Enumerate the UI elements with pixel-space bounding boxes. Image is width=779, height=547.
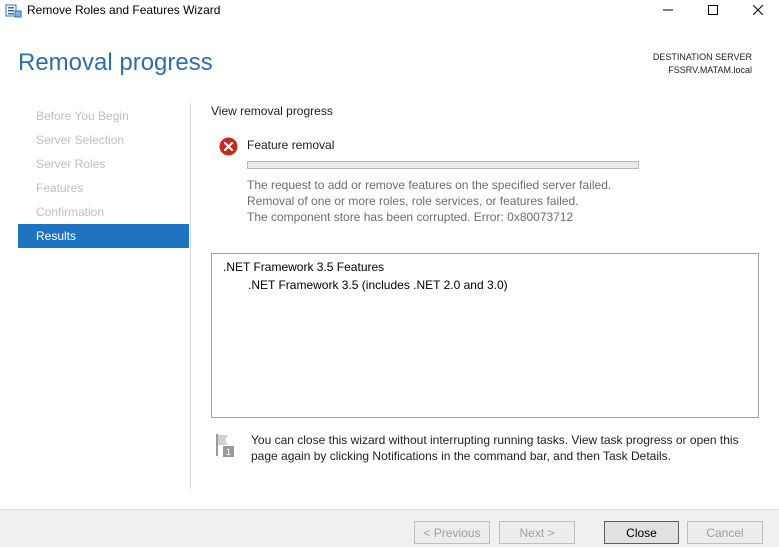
error-icon (219, 137, 238, 156)
close-icon (753, 5, 763, 15)
nav-item-before-you-begin: Before You Begin (36, 109, 129, 123)
cancel-button[interactable]: Cancel (687, 521, 763, 544)
minimize-button[interactable] (645, 0, 691, 20)
maximize-icon (708, 5, 718, 15)
nav-item-features: Features (36, 181, 84, 195)
close-button[interactable]: Close (604, 521, 679, 544)
window-title: Remove Roles and Features Wizard (27, 3, 221, 17)
notification-flag-icon: 1 (215, 433, 237, 459)
notification-hint: You can close this wizard without interr… (251, 433, 739, 463)
server-manager-icon (5, 3, 22, 18)
nav-divider (190, 103, 191, 489)
result-feature: .NET Framework 3.5 Features (223, 260, 385, 274)
nav-item-server-roles: Server Roles (36, 157, 106, 171)
error-message-3: The component store has been corrupted. … (247, 210, 574, 224)
error-message-1: The request to add or remove features on… (247, 178, 612, 192)
nav-item-confirmation: Confirmation (36, 205, 105, 219)
nav-item-results[interactable]: Results (18, 224, 189, 248)
previous-button[interactable]: < Previous (414, 521, 490, 544)
next-button[interactable]: Next > (499, 521, 575, 544)
destination-server-block: DESTINATION SERVER FSSRV.MATAM.local (653, 51, 752, 77)
destination-label: DESTINATION SERVER (652, 52, 752, 62)
wizard-footer: < Previous Next > Close Cancel (0, 509, 779, 547)
close-window-button[interactable] (735, 0, 779, 20)
minimize-icon (663, 9, 673, 11)
error-message-2: Removal of one or more roles, role servi… (247, 194, 579, 208)
page-title: Removal progress (18, 49, 213, 76)
nav-item-server-selection: Server Selection (36, 133, 125, 147)
result-sub-feature: .NET Framework 3.5 (includes .NET 2.0 an… (248, 278, 508, 292)
progress-bar (247, 161, 639, 169)
title-bar: Remove Roles and Features Wizard (0, 0, 779, 22)
svg-text:1: 1 (226, 447, 231, 457)
section-label: View removal progress (211, 104, 333, 118)
destination-server-name: FSSRV.MATAM.local (668, 65, 752, 75)
wizard-steps-nav: Before You Begin Server Selection Server… (18, 104, 189, 248)
maximize-button[interactable] (690, 0, 736, 20)
status-title: Feature removal (247, 138, 335, 152)
results-list[interactable]: .NET Framework 3.5 Features .NET Framewo… (211, 253, 759, 418)
